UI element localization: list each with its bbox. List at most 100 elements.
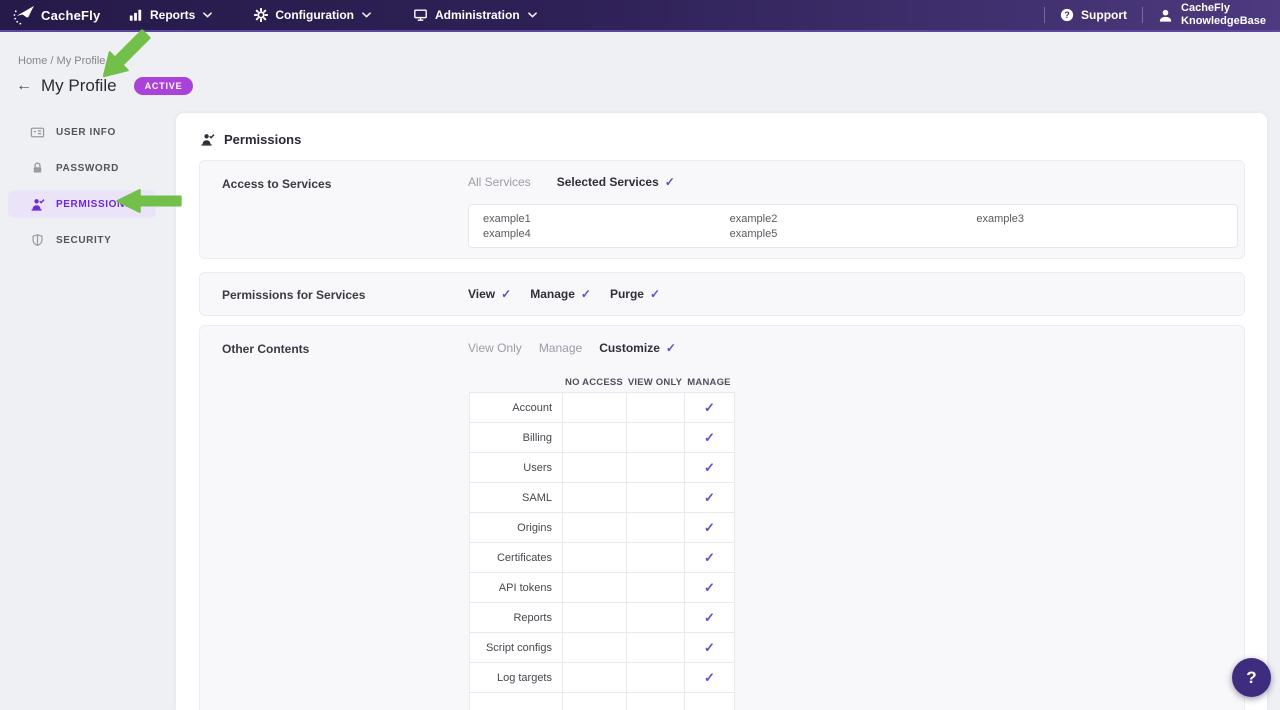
option-selected-services[interactable]: Selected Services ✓ (557, 175, 675, 189)
option-label: View Only (468, 341, 522, 355)
nav-menu-configuration[interactable]: Configuration (254, 8, 371, 22)
permission-cell-no-access[interactable] (562, 542, 627, 573)
permission-cell-no-access[interactable] (562, 422, 627, 453)
permission-cell-view-only[interactable] (626, 392, 685, 423)
sidebar-item-user-info[interactable]: USER INFO (0, 114, 176, 150)
permission-cell-manage[interactable]: ✓ (684, 602, 735, 633)
row-label: Billing (469, 422, 563, 453)
sidebar-item-permissions[interactable]: PERMISSIONS (0, 186, 176, 222)
permission-cell-manage[interactable]: ✓ (684, 542, 735, 573)
other-contents-options: View Only Manage Customize ✓ (468, 341, 676, 355)
option-label: Selected Services (556, 175, 659, 189)
table-row: Log targets ✓ (469, 662, 735, 693)
question-circle-icon: ? (1060, 8, 1074, 22)
row-label (469, 692, 563, 710)
service-item: example5 (729, 227, 778, 240)
person-check-icon (200, 132, 215, 147)
check-icon: ✓ (501, 287, 512, 301)
breadcrumb-home[interactable]: Home (18, 55, 47, 67)
permission-cell-manage[interactable] (684, 692, 735, 710)
permission-cell-manage[interactable]: ✓ (684, 512, 735, 543)
chevron-down-icon (527, 12, 537, 18)
check-icon: ✓ (704, 609, 715, 625)
permission-cell-no-access[interactable] (562, 692, 627, 710)
option-label: View (468, 287, 496, 301)
check-icon: ✓ (665, 341, 676, 355)
permission-cell-manage[interactable]: ✓ (684, 482, 735, 513)
nav-menu-reports[interactable]: Reports (128, 8, 213, 22)
option-view-only[interactable]: View Only (468, 341, 522, 355)
permission-cell-manage[interactable]: ✓ (684, 422, 735, 453)
check-icon: ✓ (704, 399, 715, 415)
chevron-down-icon (362, 12, 371, 18)
option-customize[interactable]: Customize ✓ (599, 341, 676, 355)
card-label: Access to Services (222, 177, 332, 191)
permission-cell-no-access[interactable] (562, 482, 627, 513)
breadcrumb-current: My Profile (56, 55, 106, 67)
permission-cell-no-access[interactable] (562, 452, 627, 483)
navbar-divider (1044, 7, 1046, 23)
permission-cell-view-only[interactable] (626, 452, 685, 483)
permission-cell-no-access[interactable] (562, 632, 627, 663)
gear-icon (254, 8, 269, 22)
permission-cell-view-only[interactable] (626, 422, 685, 453)
option-all-services[interactable]: All Services (468, 175, 531, 189)
navbar-divider (1142, 7, 1144, 23)
option-view[interactable]: View ✓ (468, 287, 511, 301)
svg-text:?: ? (1064, 10, 1069, 20)
help-fab-button[interactable]: ? (1232, 658, 1271, 697)
permission-cell-manage[interactable]: ✓ (684, 452, 735, 483)
service-item: example1 (483, 212, 531, 225)
permission-cell-view-only[interactable] (626, 692, 685, 710)
table-row: Billing ✓ (469, 422, 735, 453)
option-manage[interactable]: Manage (539, 341, 582, 355)
permission-cell-view-only[interactable] (626, 482, 685, 513)
knowledgebase-link[interactable]: CacheFly KnowledgeBase (1158, 2, 1266, 28)
nav-menu-administration[interactable]: Administration (413, 8, 537, 22)
service-item: example4 (483, 227, 531, 240)
check-icon: ✓ (649, 287, 661, 301)
service-item: example3 (976, 212, 1025, 225)
row-label: Users (469, 452, 563, 483)
support-button[interactable]: ? Support (1060, 8, 1127, 22)
main-panel: Permissions Access to Services All Servi… (176, 113, 1267, 710)
permission-cell-manage[interactable]: ✓ (684, 392, 735, 423)
back-arrow[interactable]: ← (16, 78, 32, 94)
column-header: MANAGE (687, 377, 731, 388)
table-row: Script configs ✓ (469, 632, 735, 663)
chevron-down-icon (203, 12, 213, 18)
permission-cell-view-only[interactable] (626, 662, 685, 693)
knowledgebase-label: CacheFly KnowledgeBase (1181, 2, 1266, 27)
sidebar-item-label: PERMISSIONS (56, 198, 133, 210)
permission-cell-view-only[interactable] (626, 602, 685, 633)
permission-cell-no-access[interactable] (562, 602, 627, 633)
permission-cell-view-only[interactable] (626, 572, 685, 603)
permission-cell-view-only[interactable] (626, 632, 685, 663)
card-label: Other Contents (222, 342, 310, 356)
page-title: My Profile (41, 76, 117, 95)
cachefly-logo[interactable]: CacheFly (0, 4, 116, 26)
permission-cell-no-access[interactable] (562, 572, 627, 603)
permission-cell-no-access[interactable] (562, 512, 627, 543)
nav-menu-label: Reports (150, 8, 196, 22)
permission-cell-view-only[interactable] (626, 512, 685, 543)
permission-cell-view-only[interactable] (626, 542, 685, 573)
option-manage[interactable]: Manage ✓ (530, 287, 591, 301)
table-row: Origins ✓ (469, 512, 735, 543)
sidebar: USER INFO PASSWORD PERMISSIONS SECURITY (0, 114, 176, 258)
permission-cell-manage[interactable]: ✓ (684, 572, 735, 603)
permission-cell-manage[interactable]: ✓ (684, 662, 735, 693)
sidebar-item-password[interactable]: PASSWORD (0, 150, 176, 186)
permission-cell-manage[interactable]: ✓ (684, 632, 735, 663)
permission-cell-no-access[interactable] (562, 392, 627, 423)
table-row: Account ✓ (469, 392, 735, 423)
access-options: All Services Selected Services ✓ (468, 175, 675, 189)
permission-cell-no-access[interactable] (562, 662, 627, 693)
row-label: Log targets (469, 662, 563, 693)
option-purge[interactable]: Purge ✓ (610, 287, 660, 301)
service-item: example2 (729, 212, 778, 225)
id-card-icon (30, 125, 45, 140)
sidebar-item-label: PASSWORD (56, 162, 119, 174)
sidebar-item-security[interactable]: SECURITY (0, 222, 176, 258)
option-label: Customize (599, 341, 660, 355)
